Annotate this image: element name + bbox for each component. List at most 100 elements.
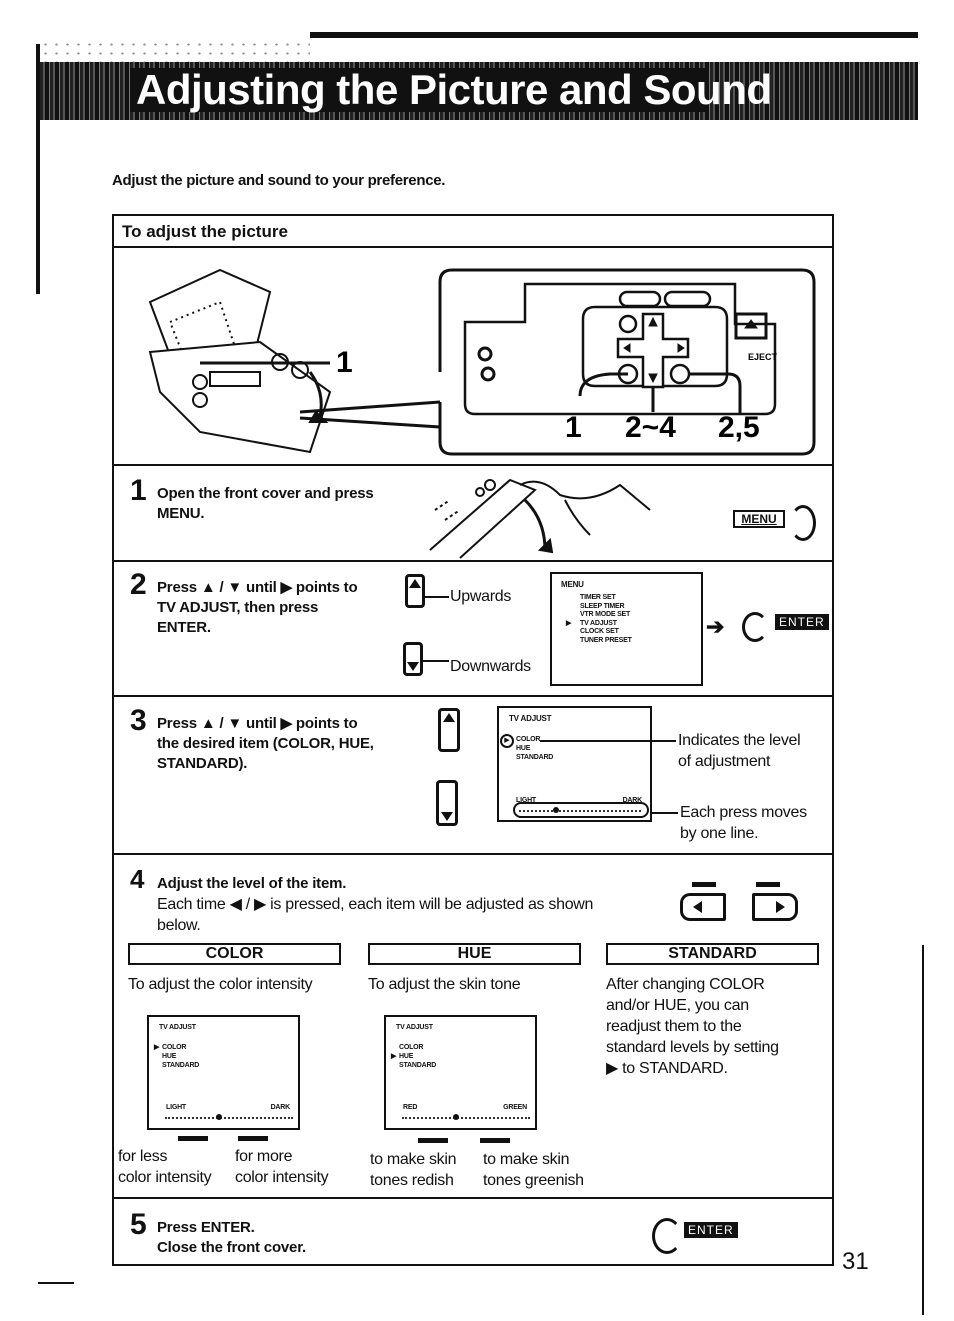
down-button-icon: [436, 780, 458, 826]
section-title: To adjust the picture: [122, 222, 288, 241]
right-arrow-icon: [756, 882, 780, 887]
note-level: Indicates the level of adjustment: [678, 730, 801, 772]
menu-item: SLEEP TIMER: [580, 602, 625, 610]
menu-screen-items: TIMER SET SLEEP TIMER VTR MODE SET TV AD…: [580, 594, 632, 645]
step-5-line-2: Close the front cover.: [157, 1239, 306, 1256]
arrow-right-icon: ➔: [706, 614, 725, 639]
note-line: for more: [235, 1148, 293, 1165]
scale-left-label: LIGHT: [166, 1104, 186, 1111]
intro-text: Adjust the picture and sound to your pre…: [112, 172, 446, 189]
hue-description: To adjust the skin tone: [368, 976, 521, 993]
leader-line: [540, 740, 676, 742]
tv-adjust-item: HUE: [162, 1053, 177, 1060]
category-hue: HUE: [368, 943, 581, 965]
step-2-line-1: Press ▲ / ▼ until ▶ points to: [157, 579, 358, 596]
enter-button: ENTER: [775, 614, 829, 630]
menu-item: VTR MODE SET: [580, 611, 631, 618]
tv-adjust-screen: TV ADJUST ▶ COLOR HUE STANDARD LIGHT DAR…: [497, 706, 652, 822]
step-4-line-2: below.: [157, 917, 201, 934]
hue-screen: TV ADJUST ▶ COLOR HUE STANDARD RED GREEN: [384, 1015, 537, 1130]
step-3-line-1: Press ▲ / ▼ until ▶ points to: [157, 715, 358, 732]
tv-adjust-item-selected: HUE: [399, 1053, 414, 1060]
selection-pointer-icon: ▶: [154, 1044, 160, 1051]
category-standard: STANDARD: [606, 943, 819, 965]
callout-1: 1: [336, 346, 353, 379]
page-number: 31: [842, 1248, 869, 1275]
eject-label: EJECT: [748, 352, 778, 362]
note-press: Each press moves by one line.: [680, 802, 807, 844]
step-3-text: Press ▲ / ▼ until ▶ points to the desire…: [157, 714, 374, 774]
hue-screen-title: TV ADJUST: [396, 1024, 433, 1031]
note-line: color intensity: [118, 1169, 212, 1186]
note-line: ▶ to STANDARD.: [606, 1060, 728, 1077]
hue-green-note: to make skin tones greenish: [483, 1149, 584, 1191]
step-5-text: Press ENTER. Close the front cover.: [157, 1218, 306, 1258]
leader-line: [423, 660, 449, 662]
margin-rule: [922, 945, 924, 1315]
hue-screen-items: COLOR HUE STANDARD: [399, 1043, 436, 1070]
note-line: to make skin: [483, 1151, 570, 1168]
step-4-line-1: Each time ◀ / ▶ is pressed, each item wi…: [157, 896, 594, 913]
divider: [112, 695, 834, 697]
color-screen-items: COLOR HUE STANDARD: [162, 1043, 199, 1070]
hue-red-note: to make skin tones redish: [370, 1149, 457, 1191]
step-1-line-2: MENU.: [157, 505, 205, 522]
tv-adjust-item-selected: COLOR: [162, 1044, 187, 1051]
tv-adjust-title: TV ADJUST: [509, 714, 552, 723]
note-line: readjust them to the: [606, 1018, 742, 1035]
menu-button: MENU: [733, 510, 785, 528]
color-less-note: for less color intensity: [118, 1146, 212, 1188]
note-line: to make skin: [370, 1151, 457, 1168]
note-line: for less: [118, 1148, 168, 1165]
note-level-line-2: of adjustment: [678, 753, 771, 770]
margin-dash: [38, 1282, 74, 1284]
tv-adjust-item: COLOR: [399, 1044, 424, 1051]
step-5-line-1: Press ENTER.: [157, 1219, 255, 1236]
step-3-number: 3: [130, 704, 147, 737]
up-button-icon: [438, 708, 460, 752]
note-line: tones redish: [370, 1172, 454, 1189]
step-1-text: Open the front cover and press MENU.: [157, 484, 374, 524]
selection-pointer-icon: ▶: [566, 620, 572, 627]
scale-right-label: DARK: [270, 1104, 291, 1111]
scale-left-label: RED: [403, 1104, 418, 1111]
tv-adjust-item: STANDARD: [516, 754, 554, 761]
enter-button-ring-icon: [652, 1218, 682, 1254]
leader-line: [425, 596, 449, 598]
menu-screen-title: MENU: [561, 580, 584, 589]
step-3-line-3: STANDARD).: [157, 755, 248, 772]
down-button-icon: [403, 642, 423, 676]
step-4-title: Adjust the level of the item.: [157, 875, 347, 892]
level-marker: [215, 1114, 222, 1120]
color-screen-title: TV ADJUST: [159, 1024, 196, 1031]
menu-item: TIMER SET: [580, 594, 616, 601]
step-4-text: Each time ◀ / ▶ is pressed, each item wi…: [157, 894, 593, 936]
upwards-label: Upwards: [450, 588, 512, 605]
increase-arrow-icon: [238, 1136, 268, 1141]
tv-adjust-item: STANDARD: [162, 1062, 200, 1069]
note-press-line-2: by one line.: [680, 825, 759, 842]
step-1-line-1: Open the front cover and press: [157, 485, 374, 502]
enter-button: ENTER: [684, 1222, 738, 1238]
divider: [112, 246, 834, 248]
menu-item: CLOCK SET: [580, 628, 619, 635]
left-button-icon: [680, 893, 726, 921]
right-button-icon: [752, 893, 798, 921]
color-more-note: for more color intensity: [235, 1146, 329, 1188]
level-indicator-icon: ▶: [500, 734, 514, 748]
menu-item: TUNER PRESET: [580, 636, 632, 644]
leader-line: [650, 812, 678, 814]
note-line: tones greenish: [483, 1172, 584, 1189]
selection-pointer-icon: ▶: [391, 1053, 397, 1060]
note-line: and/or HUE, you can: [606, 997, 749, 1014]
divider: [112, 560, 834, 562]
device-illustration: 1 EJECT 1 2~4 2,5: [148, 268, 816, 456]
menu-button-ring-icon: [790, 505, 816, 541]
page-title: Adjusting the Picture and Sound: [136, 66, 772, 113]
decrease-arrow-icon: [418, 1138, 448, 1143]
divider: [112, 1197, 834, 1199]
enter-button-ring-icon: [742, 612, 768, 642]
standard-description: After changing COLOR and/or HUE, you can…: [606, 974, 779, 1079]
step-3-line-2: the desired item (COLOR, HUE,: [157, 735, 374, 752]
step-2-text: Press ▲ / ▼ until ▶ points to TV ADJUST,…: [157, 578, 358, 638]
